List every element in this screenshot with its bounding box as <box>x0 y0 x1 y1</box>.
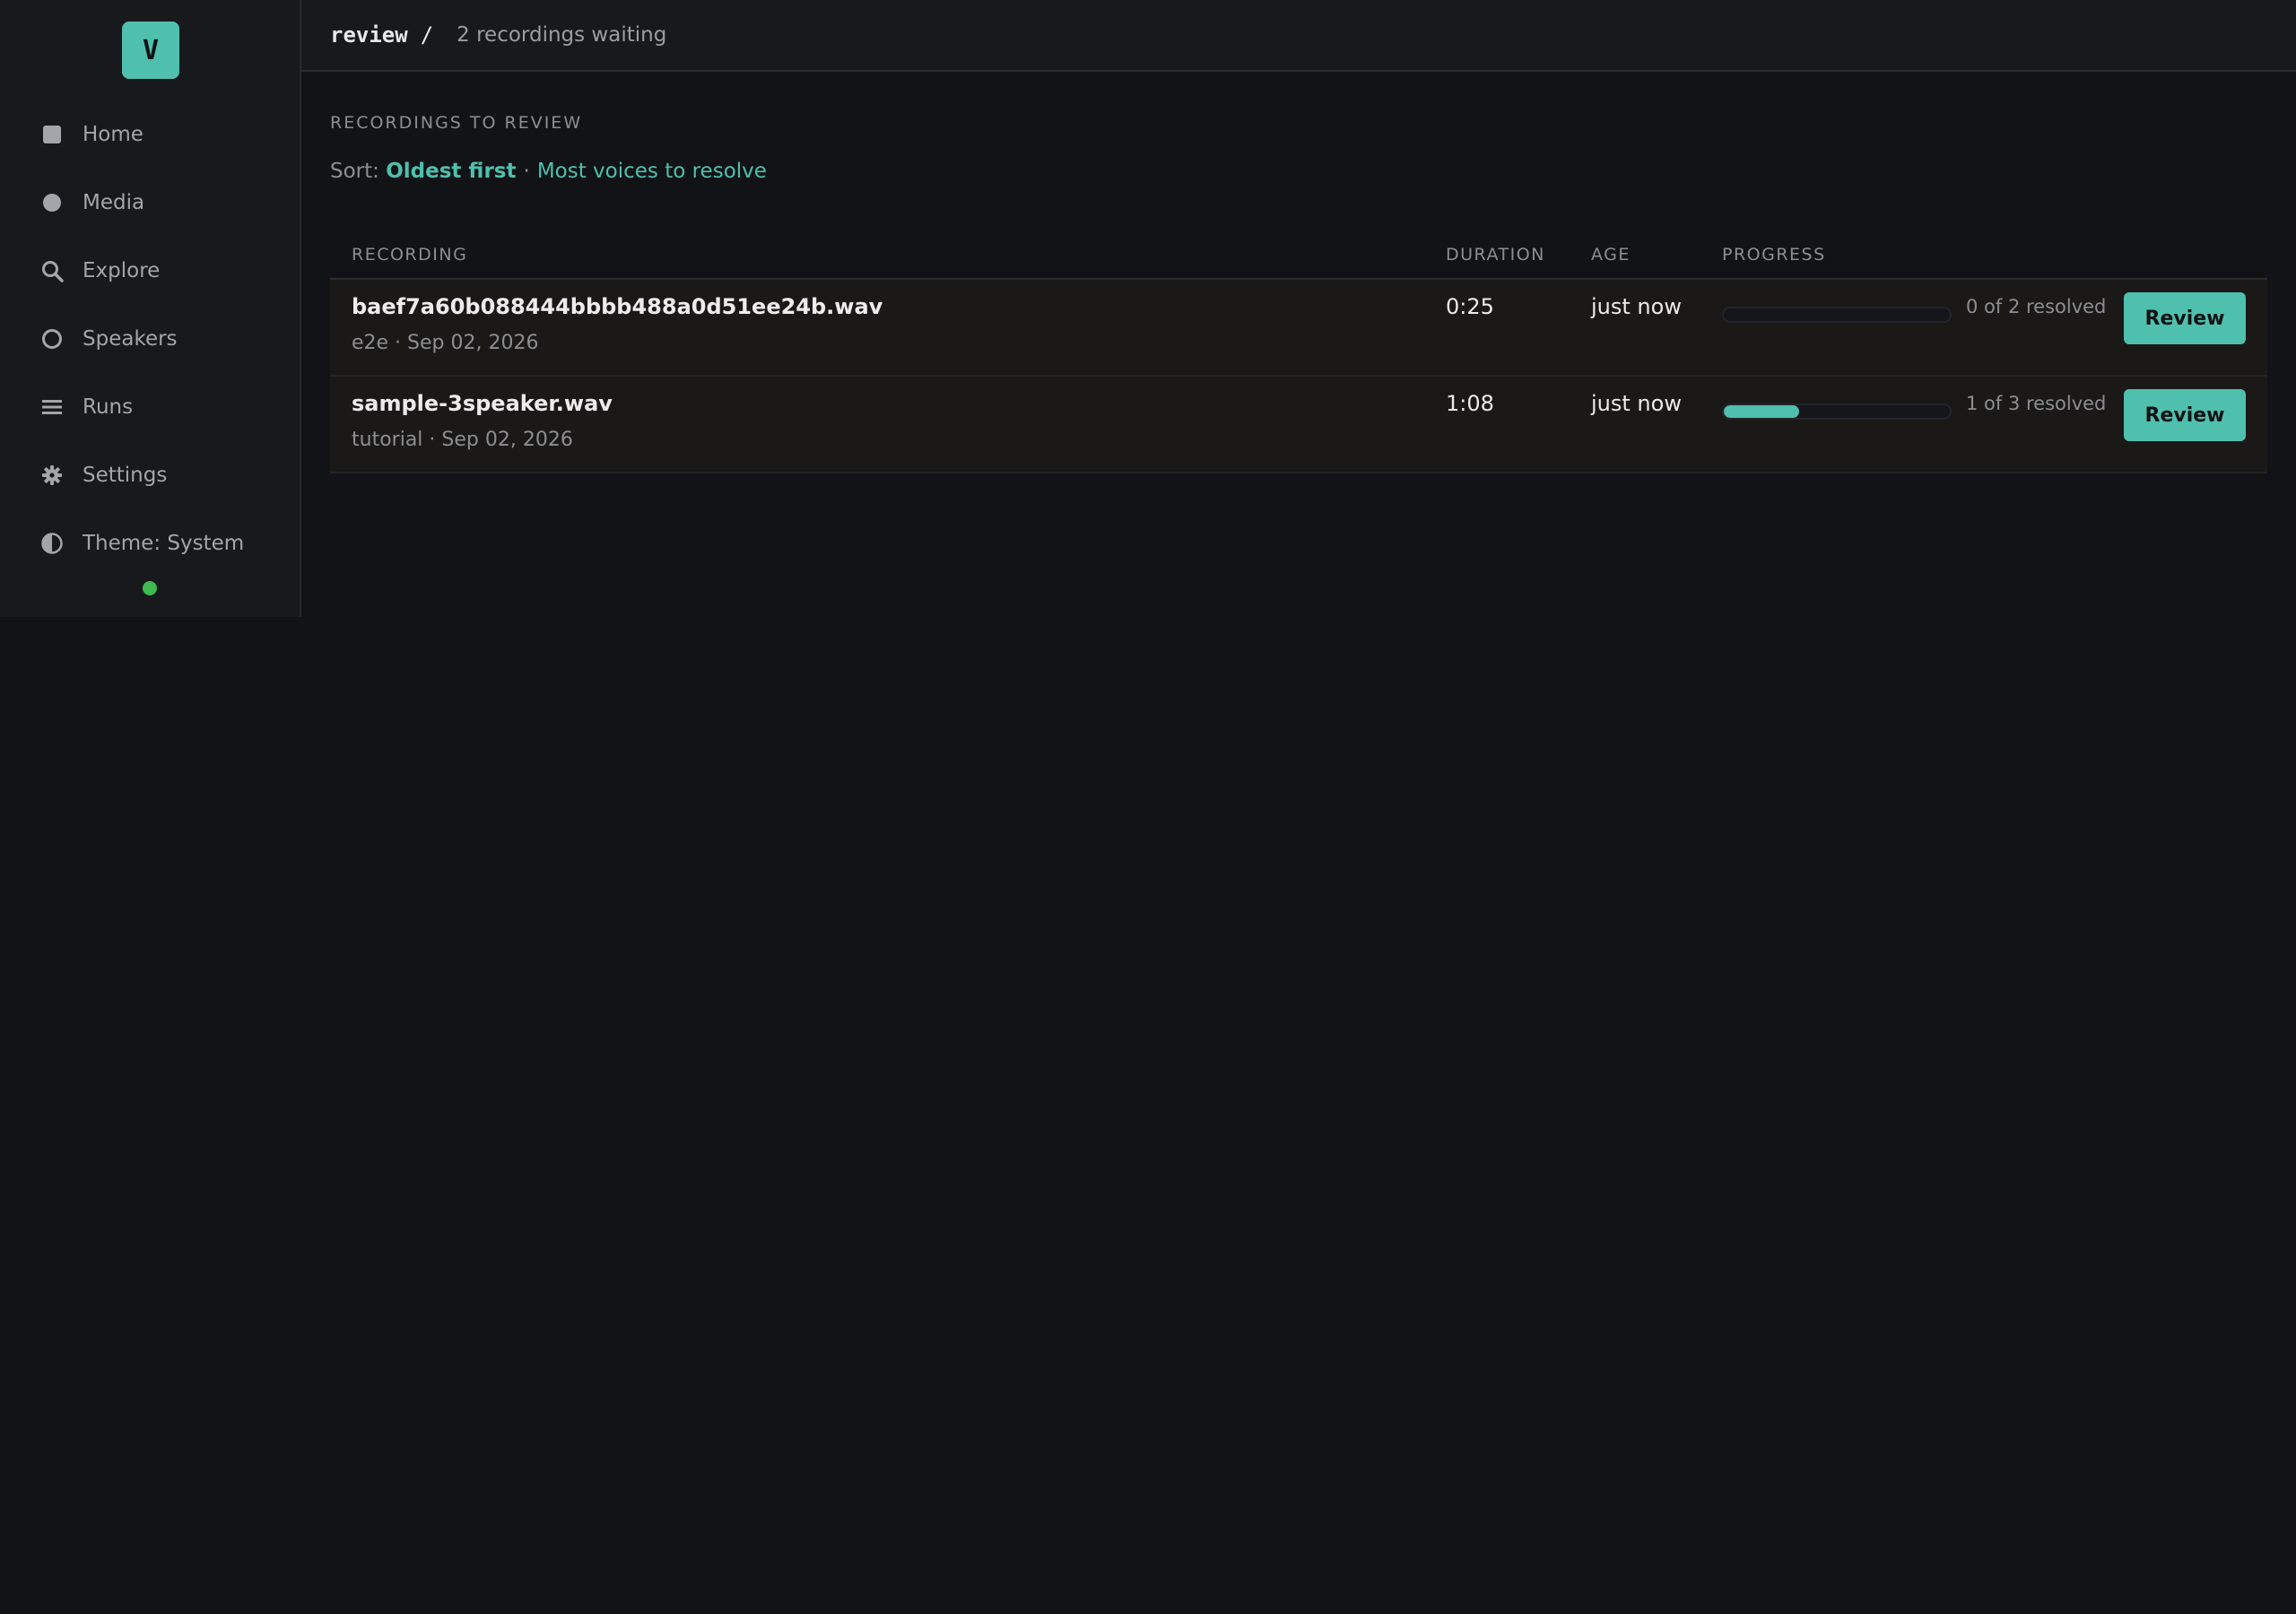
progress-bar <box>1722 307 1952 323</box>
sidebar-item-theme[interactable]: Theme: System <box>0 509 300 577</box>
progress-bar <box>1722 404 1952 420</box>
sidebar-nav: Home Media Explore Speakers Runs Setting… <box>0 100 300 577</box>
column-header-duration: DURATION <box>1446 245 1545 265</box>
table-row[interactable]: baef7a60b088444bbbb488a0d51ee24b.wav e2e… <box>330 280 2267 377</box>
review-button[interactable]: Review <box>2124 292 2246 344</box>
table-row[interactable]: sample-3speaker.wav tutorial · Sep 02, 2… <box>330 377 2267 473</box>
recording-meta: e2e · Sep 02, 2026 <box>352 332 539 354</box>
recording-name: baef7a60b088444bbbb488a0d51ee24b.wav <box>352 294 883 319</box>
review-button[interactable]: Review <box>2124 389 2246 441</box>
sidebar-item-label: Media <box>83 191 145 214</box>
progress-label: 0 of 2 resolved <box>1966 296 2107 317</box>
recording-age: just now <box>1591 391 1682 416</box>
recording-name: sample-3speaker.wav <box>352 391 613 416</box>
square-icon <box>39 122 65 147</box>
column-header-age: AGE <box>1591 245 1631 265</box>
recordings-table: RECORDING DURATION AGE PROGRESS baef7a60… <box>330 230 2267 473</box>
column-header-recording: RECORDING <box>352 245 468 265</box>
sidebar-item-label: Runs <box>83 395 134 419</box>
progress-bar-fill <box>1724 405 1799 418</box>
sidebar-item-explore[interactable]: Explore <box>0 237 300 305</box>
half-circle-icon <box>39 531 65 556</box>
recording-age: just now <box>1591 294 1682 319</box>
circle-outline-icon <box>39 326 65 351</box>
sidebar-item-label: Home <box>83 123 144 146</box>
recording-meta: tutorial · Sep 02, 2026 <box>352 429 573 451</box>
breadcrumb-review[interactable]: review <box>330 22 408 48</box>
sidebar-item-label: Speakers <box>83 327 178 351</box>
sort-separator: · <box>523 160 530 183</box>
sort-controls: Sort: Oldest first · Most voices to resolv… <box>330 160 2267 183</box>
sidebar: V Home Media Explore Speakers Runs Setti… <box>0 0 301 617</box>
connection-status-dot <box>143 581 157 595</box>
sort-oldest-first[interactable]: Oldest first <box>386 160 516 183</box>
top-bar: review / 2 recordings waiting <box>301 0 2296 72</box>
circle-filled-icon <box>39 190 65 215</box>
section-title: RECORDINGS TO REVIEW <box>330 113 583 133</box>
column-header-progress: PROGRESS <box>1722 245 1826 265</box>
sidebar-item-speakers[interactable]: Speakers <box>0 305 300 373</box>
recording-duration: 1:08 <box>1446 391 1494 416</box>
search-icon <box>39 258 65 283</box>
app-logo[interactable]: V <box>122 22 179 79</box>
sidebar-item-runs[interactable]: Runs <box>0 373 300 441</box>
sidebar-item-media[interactable]: Media <box>0 169 300 237</box>
sidebar-item-label: Explore <box>83 259 161 282</box>
breadcrumb-separator: / <box>420 22 434 48</box>
sidebar-item-home[interactable]: Home <box>0 100 300 169</box>
table-header: RECORDING DURATION AGE PROGRESS <box>330 230 2267 280</box>
gear-icon <box>39 463 65 488</box>
recording-duration: 0:25 <box>1446 294 1494 319</box>
sort-label: Sort: <box>330 160 379 183</box>
list-icon <box>39 395 65 420</box>
sidebar-item-label: Theme: System <box>83 532 245 555</box>
main-content: RECORDINGS TO REVIEW Sort: Oldest first ·… <box>330 72 2267 473</box>
page-subtitle: 2 recordings waiting <box>457 23 667 47</box>
sidebar-item-label: Settings <box>83 464 168 487</box>
sidebar-item-settings[interactable]: Settings <box>0 441 300 509</box>
sort-most-voices[interactable]: Most voices to resolve <box>537 160 767 183</box>
progress-label: 1 of 3 resolved <box>1966 393 2107 414</box>
